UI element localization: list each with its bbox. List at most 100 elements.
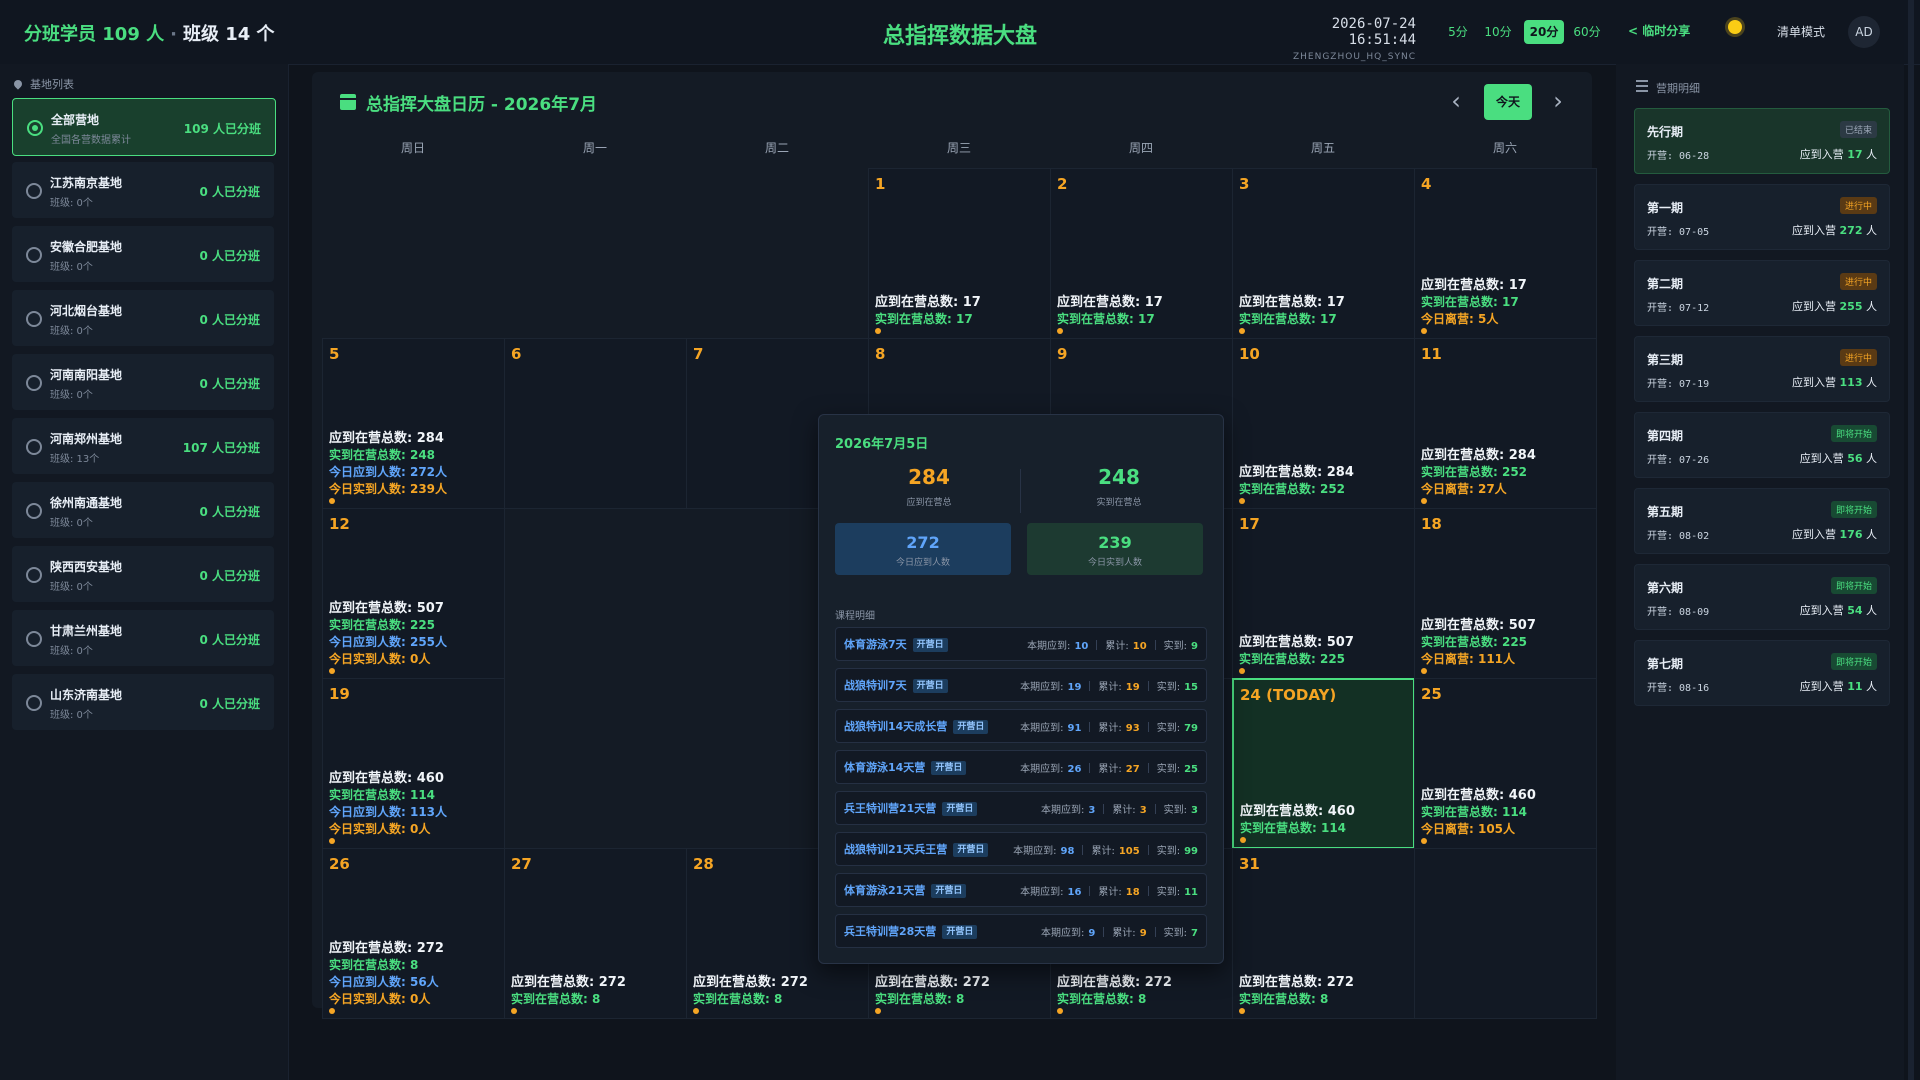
- radio-icon[interactable]: [26, 503, 42, 519]
- radio-icon[interactable]: [26, 439, 42, 455]
- radio-icon[interactable]: [26, 247, 42, 263]
- cumulative-value: 105: [1118, 846, 1140, 857]
- day-stat-line: 今日实到人数: 239人: [329, 482, 448, 496]
- base-name: 甘肃兰州基地: [50, 624, 123, 638]
- calendar-day[interactable]: 4 应到在营总数: 17 实到在营总数: 17 今日离营: 5人: [1414, 168, 1597, 339]
- expected-unit: 人: [1866, 148, 1877, 161]
- theme-toggle-sun-icon[interactable]: [1728, 20, 1742, 34]
- interval-option[interactable]: 20分: [1524, 20, 1564, 44]
- radio-icon[interactable]: [26, 567, 42, 583]
- expected-entry: 应到入营 113 人: [1792, 374, 1877, 390]
- course-row[interactable]: 兵王特训营28天营 开营日 本期应到: 9 累计: 9 实到: 7: [835, 914, 1207, 948]
- calendar-day[interactable]: 19 应到在营总数: 460 实到在营总数: 114 今日应到人数: 113人 今日实到…: [322, 678, 505, 849]
- expected-count: 113: [1839, 376, 1863, 389]
- base-name: 安徽合肥基地: [50, 240, 123, 254]
- calendar-day[interactable]: 11 应到在营总数: 284 实到在营总数: 252 今日离营: 27人: [1414, 338, 1597, 509]
- avatar[interactable]: AD: [1848, 16, 1880, 48]
- expected-entry: 应到入营 176 人: [1792, 526, 1877, 542]
- calendar-day[interactable]: 3 应到在营总数: 17 实到在营总数: 17: [1232, 168, 1415, 339]
- term-card[interactable]: 第三期 进行中 开营: 07-19 应到入营 113 人: [1634, 336, 1890, 402]
- base-item[interactable]: 江苏南京基地 班级: 0个 0 人已分班: [12, 162, 274, 218]
- base-count: 0 人已分班: [199, 313, 260, 327]
- day-stat-line: 应到在营总数: 272: [693, 975, 808, 990]
- course-stats: 本期应到: 16 累计: 18 实到: 11: [1020, 883, 1198, 898]
- calendar-day[interactable]: 27 应到在营总数: 272 实到在营总数: 8: [504, 848, 687, 1019]
- stat-label: 本期应到:: [1040, 805, 1085, 816]
- calendar-day-today[interactable]: 24 (TODAY) 应到在营总数: 460 实到在营总数: 114: [1232, 678, 1415, 849]
- today-button[interactable]: 今天: [1484, 84, 1532, 120]
- course-row[interactable]: 体育游泳7天 开营日 本期应到: 10 累计: 10 实到: 9: [835, 627, 1207, 661]
- open-date: 开营: 08-02: [1647, 531, 1710, 542]
- next-month-button[interactable]: ›: [1544, 84, 1572, 120]
- base-item[interactable]: 安徽合肥基地 班级: 0个 0 人已分班: [12, 226, 274, 282]
- calendar-day[interactable]: [1414, 848, 1597, 1019]
- radio-icon[interactable]: [27, 120, 43, 136]
- base-item[interactable]: 徐州南通基地 班级: 0个 0 人已分班: [12, 482, 274, 538]
- event-dot-icon: [1239, 668, 1245, 674]
- calendar-day[interactable]: 31 应到在营总数: 272 实到在营总数: 8: [1232, 848, 1415, 1019]
- term-card[interactable]: 第二期 进行中 开营: 07-12 应到入营 255 人: [1634, 260, 1890, 326]
- calendar-day[interactable]: 5 应到在营总数: 284 实到在营总数: 248 今日应到人数: 272人 今日实到人…: [322, 338, 505, 509]
- interval-option[interactable]: 60分: [1570, 20, 1604, 44]
- course-row[interactable]: 体育游泳14天营 开营日 本期应到: 26 累计: 27 实到: 25: [835, 750, 1207, 784]
- interval-option[interactable]: 5分: [1442, 20, 1474, 44]
- stat-divider: [1154, 640, 1156, 650]
- course-name: 战狼特训21天兵王营 开营日: [844, 841, 989, 857]
- today-expected-label: 今日应到人数: [895, 558, 950, 568]
- stat-label: 本期应到:: [1020, 682, 1064, 693]
- radio-icon[interactable]: [26, 375, 42, 391]
- prev-month-button[interactable]: ‹: [1442, 84, 1470, 120]
- weekday-header: 周四: [1128, 141, 1153, 155]
- term-card[interactable]: 第七期 即将开始 开营: 08-16 应到入营 11 人: [1634, 640, 1890, 706]
- calendar-day[interactable]: 25 应到在营总数: 460 实到在营总数: 114 今日离营: 105人: [1414, 678, 1597, 849]
- calendar-day[interactable]: 17 应到在营总数: 507 实到在营总数: 225: [1232, 508, 1415, 679]
- calendar-day[interactable]: 1 应到在营总数: 17 实到在营总数: 17: [868, 168, 1051, 339]
- course-row[interactable]: 战狼特训21天兵王营 开营日 本期应到: 98 累计: 105 实到: 99: [835, 832, 1207, 866]
- term-card[interactable]: 第五期 即将开始 开营: 08-02 应到入营 176 人: [1634, 488, 1890, 554]
- term-card[interactable]: 先行期 已结束 开营: 06-28 应到入营 17 人: [1634, 108, 1890, 174]
- calendar-day[interactable]: 6: [504, 338, 687, 509]
- course-row[interactable]: 战狼特训14天成长营 开营日 本期应到: 91 累计: 93 实到: 79: [835, 709, 1207, 743]
- day-number: 8: [875, 345, 886, 363]
- course-stats: 本期应到: 10 累计: 10 实到: 9: [1027, 637, 1198, 652]
- term-name: 第四期: [1647, 429, 1684, 443]
- event-dot-icon: [693, 1008, 699, 1014]
- radio-icon[interactable]: [26, 311, 42, 327]
- expected-count: 17: [1847, 148, 1863, 161]
- base-item[interactable]: 河南南阳基地 班级: 0个 0 人已分班: [12, 354, 274, 410]
- share-button[interactable]: < 临时分享: [1628, 22, 1690, 39]
- radio-icon[interactable]: [26, 183, 42, 199]
- course-name-text: 战狼特训14天成长营: [844, 720, 948, 733]
- base-item[interactable]: 陕西西安基地 班级: 0个 0 人已分班: [12, 546, 274, 602]
- calendar-day[interactable]: 26 应到在营总数: 272 实到在营总数: 8 今日应到人数: 56人 今日实到人数:…: [322, 848, 505, 1019]
- stat-divider: [1147, 722, 1149, 732]
- radio-icon[interactable]: [26, 631, 42, 647]
- list-mode-button[interactable]: 清单模式: [1777, 23, 1825, 40]
- day-stats: 应到在营总数: 17 实到在营总数: 17: [1239, 294, 1345, 328]
- term-card[interactable]: 第一期 进行中 开营: 07-05 应到入营 272 人: [1634, 184, 1890, 250]
- event-dot-icon: [875, 328, 881, 334]
- base-sub: 班级: 0个: [50, 582, 93, 593]
- day-detail-popup: 2026年7月5日 284 应到在营总 248 实到在营总 272 今日应到人数…: [818, 414, 1224, 964]
- base-item[interactable]: 河北烟台基地 班级: 0个 0 人已分班: [12, 290, 274, 346]
- calendar-day[interactable]: 2 应到在营总数: 17 实到在营总数: 17: [1050, 168, 1233, 339]
- period-expected-value: 9: [1088, 928, 1096, 939]
- course-row[interactable]: 体育游泳21天营 开营日 本期应到: 16 累计: 18 实到: 11: [835, 873, 1207, 907]
- base-item[interactable]: 河南郑州基地 班级: 13个 107 人已分班: [12, 418, 274, 474]
- expected-count: 56: [1847, 452, 1863, 465]
- interval-option[interactable]: 10分: [1480, 20, 1516, 44]
- course-row[interactable]: 兵王特训营21天营 开营日 本期应到: 3 累计: 3 实到: 3: [835, 791, 1207, 825]
- event-dot-icon: [1421, 498, 1427, 504]
- base-item[interactable]: 山东济南基地 班级: 0个 0 人已分班: [12, 674, 274, 730]
- term-card[interactable]: 第四期 即将开始 开营: 07-26 应到入营 56 人: [1634, 412, 1890, 478]
- base-item[interactable]: 甘肃兰州基地 班级: 0个 0 人已分班: [12, 610, 274, 666]
- page-scrollbar[interactable]: [1908, 0, 1914, 1080]
- radio-icon[interactable]: [26, 695, 42, 711]
- course-row[interactable]: 战狼特训7天 开营日 本期应到: 19 累计: 19 实到: 15: [835, 668, 1207, 702]
- calendar-day[interactable]: 12 应到在营总数: 507 实到在营总数: 225 今日应到人数: 255人 今日实到…: [322, 508, 505, 679]
- calendar-day[interactable]: 18 应到在营总数: 507 实到在营总数: 225 今日离营: 111人: [1414, 508, 1597, 679]
- base-item[interactable]: 全部营地 全国各营数据累计 109 人已分班: [12, 98, 276, 156]
- calendar-day[interactable]: 10 应到在营总数: 284 实到在营总数: 252: [1232, 338, 1415, 509]
- day-stats: 应到在营总数: 284 实到在营总数: 248 今日应到人数: 272人 今日实到人数…: [329, 430, 447, 498]
- term-card[interactable]: 第六期 即将开始 开营: 08-09 应到入营 54 人: [1634, 564, 1890, 630]
